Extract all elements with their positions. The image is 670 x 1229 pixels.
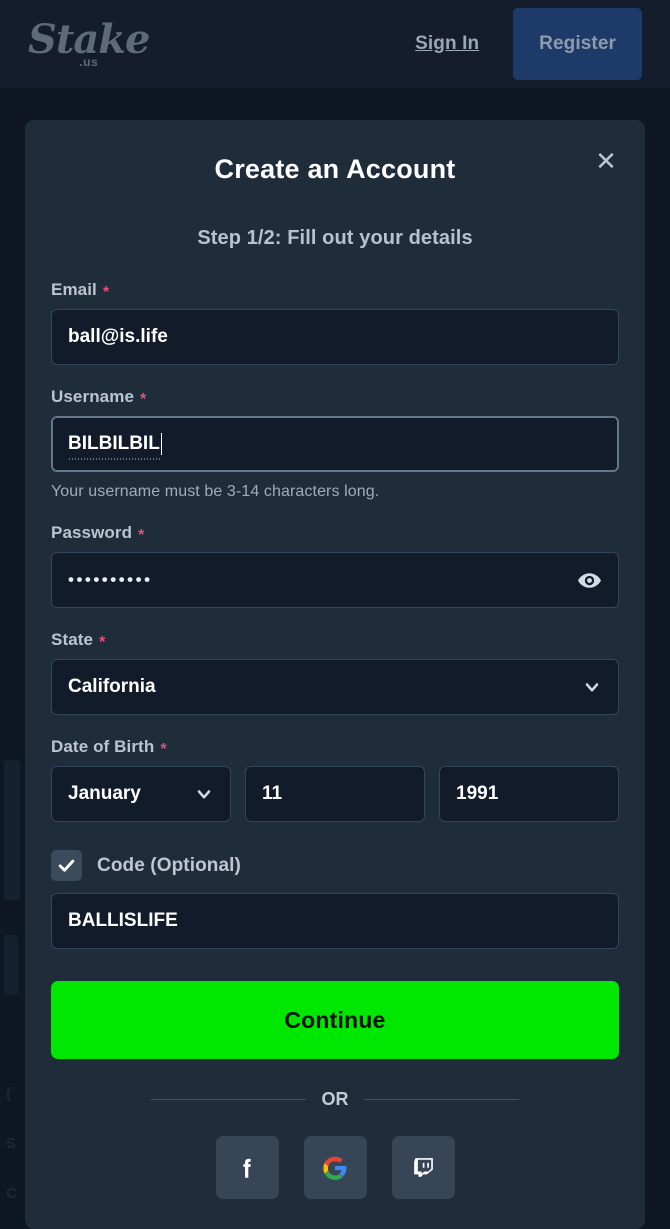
username-field-group: Username * BILBILBIL Your username must … xyxy=(51,387,619,501)
email-field[interactable]: ball@is.life xyxy=(51,309,619,365)
or-divider: OR xyxy=(51,1089,619,1110)
check-icon xyxy=(58,859,75,872)
divider-label: OR xyxy=(321,1089,349,1109)
text-caret xyxy=(160,433,163,455)
code-toggle-row[interactable]: Code (Optional) xyxy=(51,850,619,881)
background-ghost-text: S xyxy=(6,1135,17,1152)
divider-rule-left xyxy=(151,1099,306,1100)
stake-logo[interactable]: Stake .us xyxy=(28,16,150,69)
background-ghost-shape xyxy=(4,760,20,900)
dob-month-select[interactable]: January xyxy=(51,766,231,822)
code-value: BALLISLIFE xyxy=(68,910,178,931)
dob-day-field[interactable]: 11 xyxy=(245,766,425,822)
dob-year-value: 1991 xyxy=(456,783,499,804)
state-value: California xyxy=(68,676,156,697)
sign-in-link[interactable]: Sign In xyxy=(415,33,479,55)
site-header: Stake .us Sign In Register xyxy=(0,0,670,88)
email-label-text: Email xyxy=(51,280,97,299)
eye-icon[interactable] xyxy=(575,566,603,594)
email-field-group: Email * ball@is.life xyxy=(51,280,619,365)
password-field[interactable]: •••••••••• xyxy=(51,552,619,608)
logo-wordmark: Stake xyxy=(28,16,150,63)
username-label-text: Username xyxy=(51,387,135,406)
google-login-button[interactable] xyxy=(303,1136,367,1199)
dob-month-value: January xyxy=(68,783,141,804)
state-label: State * xyxy=(51,630,106,651)
state-field-group: State * California xyxy=(51,630,619,715)
state-select[interactable]: California xyxy=(51,659,619,715)
dob-year-field[interactable]: 1991 xyxy=(439,766,619,822)
password-field-group: Password * •••••••••• xyxy=(51,523,619,608)
dob-label: Date of Birth * xyxy=(51,737,167,758)
username-helper-text: Your username must be 3-14 characters lo… xyxy=(51,483,380,500)
email-value: ball@is.life xyxy=(68,326,168,347)
dob-field-group: Date of Birth * January 11 1991 xyxy=(51,737,619,822)
chevron-down-icon xyxy=(194,784,214,804)
social-login-row xyxy=(51,1136,619,1199)
email-input-wrap: ball@is.life xyxy=(51,309,619,365)
logo-suffix: .us xyxy=(79,55,99,69)
page-title: Create an Account xyxy=(214,154,456,184)
chevron-down-icon xyxy=(582,677,602,697)
background-ghost-text: ( xyxy=(6,1085,11,1102)
twitch-login-button[interactable] xyxy=(391,1136,455,1199)
code-input-wrap: BALLISLIFE xyxy=(51,893,619,949)
username-label: Username * xyxy=(51,387,147,408)
facebook-icon xyxy=(243,1158,251,1178)
password-input-wrap: •••••••••• xyxy=(51,552,619,608)
email-label: Email * xyxy=(51,280,110,301)
username-value: BILBILBIL xyxy=(68,433,160,460)
background-ghost-text: C xyxy=(6,1185,17,1202)
dob-label-text: Date of Birth xyxy=(51,737,155,756)
dob-day-value: 11 xyxy=(262,783,283,804)
facebook-login-button[interactable] xyxy=(215,1136,279,1199)
password-label-text: Password xyxy=(51,523,133,542)
username-input-wrap: BILBILBIL xyxy=(51,416,619,472)
registration-form: Email * ball@is.life Username * BILBILBI… xyxy=(25,280,645,1199)
username-field[interactable]: BILBILBIL xyxy=(51,416,619,472)
step-subtitle: Step 1/2: Fill out your details xyxy=(197,227,473,249)
background-ghost-shape xyxy=(4,935,18,995)
dob-row: January 11 1991 xyxy=(51,766,619,822)
divider-rule-right xyxy=(364,1099,519,1100)
password-label: Password * xyxy=(51,523,145,544)
close-icon[interactable]: ✕ xyxy=(589,144,623,178)
password-value: •••••••••• xyxy=(68,570,153,589)
code-checkbox[interactable] xyxy=(51,850,82,881)
twitch-icon xyxy=(413,1158,433,1177)
code-field[interactable]: BALLISLIFE xyxy=(51,893,619,949)
google-icon xyxy=(323,1156,347,1180)
state-label-text: State xyxy=(51,630,94,649)
continue-button[interactable]: Continue xyxy=(51,981,619,1059)
code-label: Code (Optional) xyxy=(97,854,241,876)
register-button[interactable]: Register xyxy=(513,8,642,80)
create-account-modal: ✕ Create an Account Step 1/2: Fill out y… xyxy=(25,120,645,1229)
